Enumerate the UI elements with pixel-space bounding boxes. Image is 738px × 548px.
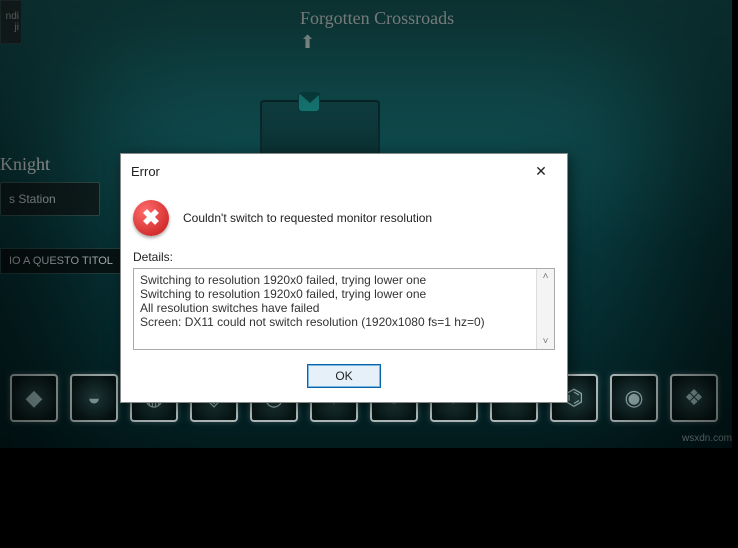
dialog-titlebar[interactable]: Error ✕	[121, 154, 567, 188]
charm-slot[interactable]: ❖	[670, 374, 718, 422]
ok-label: OK	[335, 369, 352, 383]
sidebar-chip-lower[interactable]: IO A QUESTO TITOL	[0, 248, 122, 274]
area-title: Forgotten Crossroads	[300, 8, 454, 29]
charm-slot[interactable]: ◉	[610, 374, 658, 422]
close-button[interactable]: ✕	[521, 158, 561, 184]
sidebar-chip-station[interactable]: s Station	[0, 182, 100, 216]
charm-slot[interactable]: ◆	[10, 374, 58, 422]
station-label: s Station	[9, 192, 56, 206]
message-row: ✖ Couldn't switch to requested monitor r…	[133, 200, 555, 236]
sidebar-title: Knight	[0, 154, 50, 175]
details-label: Details:	[133, 250, 555, 264]
scroll-down-icon[interactable]: ˅	[543, 336, 549, 347]
details-text[interactable]: Switching to resolution 1920x0 failed, t…	[134, 269, 536, 349]
top-left-l1: ndi	[6, 11, 19, 22]
button-row: OK	[133, 364, 555, 388]
error-dialog: Error ✕ ✖ Couldn't switch to requested m…	[120, 153, 568, 403]
scroll-up-icon[interactable]: ˄	[543, 271, 549, 282]
details-box: Switching to resolution 1920x0 failed, t…	[133, 268, 555, 350]
mask-icon: ⬆	[300, 32, 315, 53]
top-left-chip: ndi ji	[0, 0, 22, 44]
dialog-body: ✖ Couldn't switch to requested monitor r…	[121, 188, 567, 402]
ok-button[interactable]: OK	[307, 364, 381, 388]
mail-icon	[298, 92, 320, 112]
black-bar-bottom	[0, 448, 738, 548]
dialog-title: Error	[131, 164, 521, 179]
close-icon: ✕	[535, 163, 547, 180]
top-left-l2: ji	[15, 22, 19, 33]
source-watermark: wsxdn.com	[682, 433, 732, 444]
lower-label: IO A QUESTO TITOL	[9, 255, 113, 267]
error-glyph: ✖	[142, 205, 160, 231]
details-scrollbar[interactable]: ˄ ˅	[536, 269, 554, 349]
error-icon: ✖	[133, 200, 169, 236]
error-message: Couldn't switch to requested monitor res…	[183, 211, 432, 225]
black-bar-right	[732, 0, 738, 548]
charm-slot[interactable]: ◒	[70, 374, 118, 422]
